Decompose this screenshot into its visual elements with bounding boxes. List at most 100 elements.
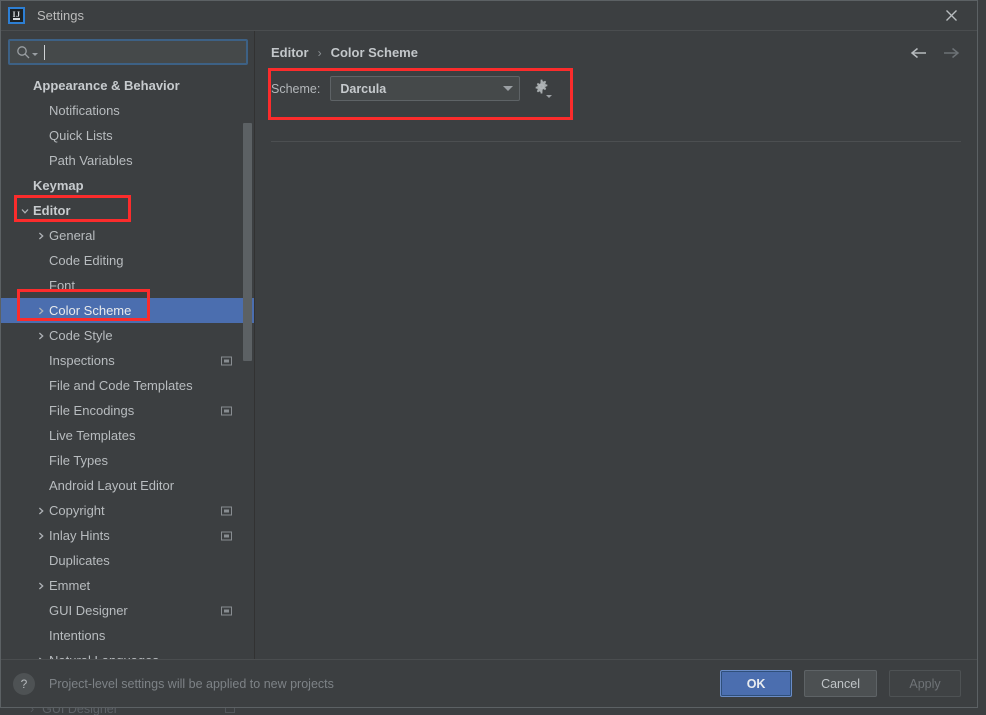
sidebar-item-label: File Encodings: [49, 403, 135, 418]
sidebar-item-label: General: [49, 228, 96, 243]
sidebar-item-label: Keymap: [33, 178, 84, 193]
search-area: [1, 31, 254, 71]
sidebar-item-keymap[interactable]: Keymap: [1, 173, 254, 198]
sidebar-item-editor[interactable]: Editor: [1, 198, 254, 223]
chevron-right-icon[interactable]: [35, 506, 46, 516]
sidebar-item-label: Live Templates: [49, 428, 136, 443]
apply-button: Apply: [889, 670, 961, 697]
sidebar-item-label: Code Editing: [49, 253, 124, 268]
close-icon[interactable]: [939, 4, 963, 28]
settings-dialog: IJ Settings Appearance & Behavior Notifi…: [0, 0, 978, 708]
sidebar-item-label: Appearance & Behavior: [33, 78, 180, 93]
panel-divider: [271, 141, 961, 142]
sidebar-item-emmet[interactable]: Emmet: [1, 573, 254, 598]
help-button[interactable]: ?: [13, 672, 35, 695]
sidebar-item-general[interactable]: General: [1, 223, 254, 248]
scheme-label: Scheme:: [271, 81, 321, 96]
project-level-badge-icon: [221, 606, 232, 615]
sidebar-item-notifications[interactable]: Notifications: [1, 98, 254, 123]
chevron-right-icon[interactable]: [35, 531, 46, 541]
sidebar-item-label: Font: [49, 278, 76, 293]
chevron-right-icon[interactable]: [35, 231, 46, 241]
chevron-down-icon[interactable]: [19, 206, 30, 216]
sidebar-item-file-encodings[interactable]: File Encodings: [1, 398, 254, 423]
sidebar-item-file-types[interactable]: File Types: [1, 448, 254, 473]
chevron-right-icon[interactable]: [35, 306, 46, 316]
chevron-right-icon[interactable]: [35, 581, 46, 591]
sidebar-item-code-style[interactable]: Code Style: [1, 323, 254, 348]
scheme-settings-button[interactable]: [530, 78, 553, 100]
project-level-badge-icon: [221, 406, 232, 415]
sidebar-item-label: Editor: [33, 203, 71, 218]
sidebar-item-label: Quick Lists: [49, 128, 113, 143]
search-input[interactable]: [53, 45, 240, 59]
sidebar-item-label: Intentions: [49, 628, 106, 643]
project-level-badge-icon: [221, 506, 232, 515]
sidebar-item-label: Color Scheme: [49, 303, 132, 318]
breadcrumb-current: Color Scheme: [330, 45, 418, 60]
scheme-row: Scheme: Darcula: [255, 60, 977, 101]
sidebar-item-label: Inlay Hints: [49, 528, 110, 543]
sidebar-item-copyright[interactable]: Copyright: [1, 498, 254, 523]
sidebar-item-gui-designer[interactable]: GUI Designer: [1, 598, 254, 623]
sidebar-item-duplicates[interactable]: Duplicates: [1, 548, 254, 573]
sidebar-item-code-editing[interactable]: Code Editing: [1, 248, 254, 273]
dialog-body: Appearance & Behavior Notifications Quick …: [1, 31, 977, 659]
sidebar-item-path-variables[interactable]: Path Variables: [1, 148, 254, 173]
chevron-down-icon: [503, 86, 514, 91]
settings-main-panel: Editor › Color Scheme Scheme: Darcula: [255, 31, 977, 659]
settings-sidebar: Appearance & Behavior Notifications Quick …: [1, 31, 255, 659]
intellij-idea-logo-icon: IJ: [8, 7, 25, 24]
sidebar-item-file-and-code-templates[interactable]: File and Code Templates: [1, 373, 254, 398]
arrow-left-icon[interactable]: [909, 43, 929, 63]
sidebar-item-label: Android Layout Editor: [49, 478, 175, 493]
sidebar-item-label: File and Code Templates: [49, 378, 193, 393]
sidebar-item-label: Inspections: [49, 353, 115, 368]
sidebar-item-inspections[interactable]: Inspections: [1, 348, 254, 373]
dialog-footer: ? Project-level settings will be applied…: [1, 659, 977, 707]
breadcrumb-separator-icon: ›: [317, 45, 322, 60]
scheme-dropdown[interactable]: Darcula: [330, 76, 521, 101]
sidebar-item-font[interactable]: Font: [1, 273, 254, 298]
sidebar-item-natural-languages[interactable]: Natural Languages: [1, 648, 254, 659]
sidebar-scrollbar-thumb[interactable]: [243, 123, 252, 361]
text-cursor: [44, 44, 45, 60]
sidebar-item-label: Natural Languages: [49, 653, 159, 659]
sidebar-item-label: Copyright: [49, 503, 105, 518]
sidebar-item-intentions[interactable]: Intentions: [1, 623, 254, 648]
search-filter-chevron-down-icon[interactable]: [32, 52, 38, 56]
search-icon: [16, 45, 31, 60]
scheme-selected-value: Darcula: [340, 81, 387, 96]
sidebar-item-label: Notifications: [49, 103, 120, 118]
sidebar-item-live-templates[interactable]: Live Templates: [1, 423, 254, 448]
sidebar-item-label: File Types: [49, 453, 109, 468]
sidebar-scrollbar-track[interactable]: [243, 31, 252, 659]
sidebar-item-android-layout-editor[interactable]: Android Layout Editor: [1, 473, 254, 498]
cancel-button[interactable]: Cancel: [804, 670, 877, 697]
sidebar-item-label: Duplicates: [49, 553, 110, 568]
search-box[interactable]: [8, 39, 248, 65]
sidebar-item-inlay-hints[interactable]: Inlay Hints: [1, 523, 254, 548]
ok-button[interactable]: OK: [720, 670, 793, 697]
project-level-badge-icon: [221, 356, 232, 365]
title-bar: IJ Settings: [1, 1, 977, 31]
gear-chevron-down-icon: [546, 94, 553, 98]
sidebar-item-label: Code Style: [49, 328, 113, 343]
sidebar-item-label: Emmet: [49, 578, 91, 593]
navigation-arrows: [909, 43, 961, 63]
sidebar-item-appearance-behavior[interactable]: Appearance & Behavior: [1, 73, 254, 98]
breadcrumb: Editor › Color Scheme: [255, 31, 977, 60]
window-title: Settings: [37, 8, 84, 23]
chevron-right-icon[interactable]: [35, 331, 46, 341]
settings-dialog-screen: › GUI Designer IJ Settings Appearance & …: [0, 0, 986, 715]
sidebar-item-label: GUI Designer: [49, 603, 128, 618]
settings-tree[interactable]: Appearance & Behavior Notifications Quick …: [1, 71, 254, 659]
breadcrumb-parent[interactable]: Editor: [271, 45, 309, 60]
sidebar-item-quick-lists[interactable]: Quick Lists: [1, 123, 254, 148]
footer-note: Project-level settings will be applied t…: [49, 676, 334, 691]
project-level-badge-icon: [221, 531, 232, 540]
chevron-right-icon[interactable]: [35, 656, 46, 659]
arrow-right-icon: [941, 43, 961, 63]
sidebar-item-color-scheme[interactable]: Color Scheme: [1, 298, 254, 323]
sidebar-item-label: Path Variables: [49, 153, 133, 168]
